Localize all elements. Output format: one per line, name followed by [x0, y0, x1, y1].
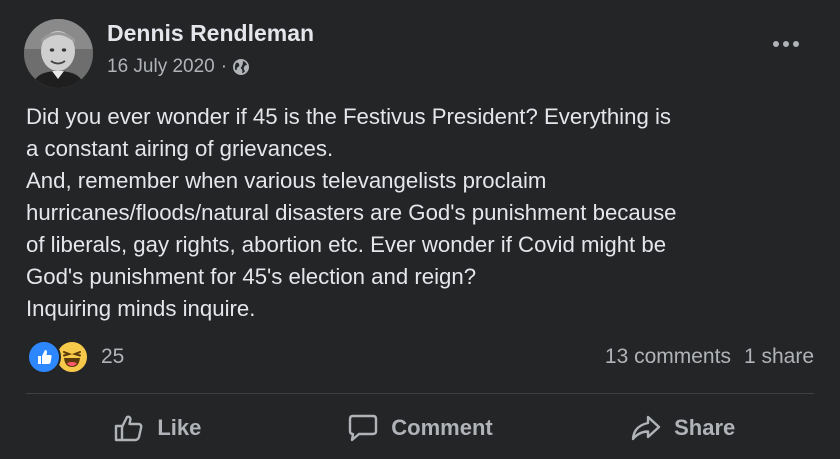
comments-count-link[interactable]: 13 comments [605, 345, 731, 369]
post-text-line: of liberals, gay rights, abortion etc. E… [26, 232, 667, 257]
comment-button[interactable]: Comment [289, 400, 552, 456]
globe-icon[interactable] [232, 58, 250, 76]
action-bar: Like Comment Share [26, 400, 814, 456]
like-label: Like [157, 415, 202, 440]
engagement-stats: 13 comments 1 share [605, 345, 814, 369]
post-body: Did you ever wonder if 45 is the Festivu… [26, 101, 821, 325]
post-text-line: Inquiring minds inquire. [26, 296, 256, 321]
share-arrow-icon [631, 415, 661, 441]
avatar[interactable] [24, 19, 93, 88]
post-date[interactable]: 16 July 2020 [107, 56, 215, 78]
meta-separator: · [220, 56, 228, 77]
stats-gap [731, 345, 744, 369]
post-text-line: a constant airing of grievances. [26, 136, 334, 161]
comment-label: Comment [391, 415, 493, 440]
facebook-post: Dennis Rendleman 16 July 2020 · Did you … [0, 0, 840, 459]
shares-count-link[interactable]: 1 share [744, 345, 814, 369]
post-text-line: God's punishment for 45's election and r… [26, 264, 477, 289]
post-text-line: Did you ever wonder if 45 is the Festivu… [26, 104, 671, 129]
post-meta: 16 July 2020 · [107, 56, 250, 78]
thumbs-up-icon [115, 415, 143, 442]
author-name[interactable]: Dennis Rendleman [107, 20, 314, 47]
share-label: Share [674, 415, 736, 440]
comment-icon [349, 414, 378, 442]
more-options-icon[interactable] [770, 36, 802, 52]
post-text-line: hurricanes/floods/natural disasters are … [26, 200, 677, 225]
reaction-count: 25 [101, 345, 125, 368]
divider [26, 393, 814, 394]
like-button[interactable]: Like [26, 400, 289, 456]
share-button[interactable]: Share [551, 400, 814, 456]
like-reaction-icon [27, 340, 61, 374]
reactions-summary[interactable]: 25 [27, 340, 124, 374]
post-text-line: And, remember when various televangelist… [26, 168, 547, 193]
